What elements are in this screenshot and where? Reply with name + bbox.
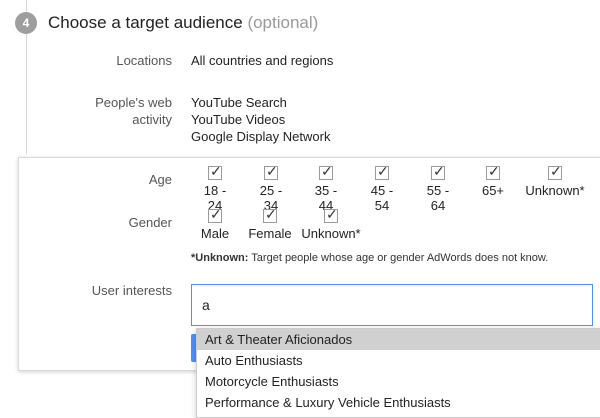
web-activity-item: Google Display Network: [191, 129, 331, 144]
step-title: Choose a target audience (optional): [48, 13, 318, 33]
check-icon: ✓: [550, 163, 562, 179]
checkbox[interactable]: ✓: [263, 206, 277, 223]
check-icon: ✓: [488, 163, 500, 179]
age-option-55-64[interactable]: ✓ 55 - 64: [418, 163, 458, 213]
unknown-note-bold: *Unknown:: [191, 252, 249, 264]
web-activity-item: YouTube Search: [191, 95, 287, 110]
web-activity-label-line2: activity: [132, 112, 172, 127]
step-connector-top: [26, 0, 27, 12]
checkbox[interactable]: ✓: [548, 163, 562, 180]
locations-value: All countries and regions: [191, 53, 334, 68]
gender-option-female[interactable]: ✓ Female: [248, 206, 292, 241]
web-activity-list: YouTube Search YouTube Videos Google Dis…: [191, 94, 330, 145]
checkbox[interactable]: ✓: [208, 206, 222, 223]
web-activity-item: YouTube Videos: [191, 112, 286, 127]
gender-option-label: Male: [200, 226, 230, 241]
age-option-label: Unknown*: [525, 183, 585, 198]
user-interests-label: User interests: [91, 283, 172, 298]
checkbox[interactable]: ✓: [208, 163, 222, 180]
user-interests-input[interactable]: [191, 284, 593, 326]
checkbox[interactable]: ✓: [324, 206, 338, 223]
step-number-badge: 4: [15, 12, 37, 34]
suggestion-item[interactable]: Performance & Luxury Vehicle Enthusiasts: [197, 392, 600, 413]
suggestion-item[interactable]: Motorcycle Enthusiasts: [197, 371, 600, 392]
check-icon: ✓: [265, 206, 277, 222]
gender-label: Gender: [128, 215, 172, 230]
check-icon: ✓: [266, 163, 278, 179]
check-icon: ✓: [377, 163, 389, 179]
age-option-45-54[interactable]: ✓ 45 - 54: [362, 163, 402, 213]
check-icon: ✓: [210, 206, 222, 222]
optional-label: (optional): [247, 13, 319, 32]
checkbox[interactable]: ✓: [431, 163, 445, 180]
check-icon: ✓: [326, 206, 338, 222]
suggestion-item[interactable]: Auto Enthusiasts: [197, 350, 600, 371]
gender-option-unknown[interactable]: ✓ Unknown*: [301, 206, 361, 241]
age-label: Age: [148, 172, 172, 187]
checkbox[interactable]: ✓: [264, 163, 278, 180]
web-activity-label-line1: People's web: [95, 95, 172, 110]
checkbox[interactable]: ✓: [486, 163, 500, 180]
checkbox[interactable]: ✓: [375, 163, 389, 180]
gender-option-male[interactable]: ✓ Male: [199, 206, 231, 241]
age-option-label: 65+: [481, 183, 505, 198]
gender-option-label: Unknown*: [301, 226, 361, 241]
check-icon: ✓: [433, 163, 445, 179]
age-option-label: 55 - 64: [426, 183, 450, 213]
step-connector: [26, 34, 27, 154]
age-option-label: 45 - 54: [370, 183, 394, 213]
check-icon: ✓: [321, 163, 333, 179]
check-icon: ✓: [210, 163, 222, 179]
step-title-text: Choose a target audience: [48, 13, 243, 32]
locations-label: Locations: [116, 53, 172, 68]
unknown-note: *Unknown: Target people whose age or gen…: [191, 252, 548, 264]
age-option-65-plus[interactable]: ✓ 65+: [478, 163, 508, 198]
checkbox[interactable]: ✓: [319, 163, 333, 180]
suggestion-item[interactable]: Art & Theater Aficionados: [197, 329, 600, 350]
interest-suggestions-dropdown: Art & Theater Aficionados Auto Enthusias…: [196, 328, 600, 418]
web-activity-label: People's web activity: [95, 94, 172, 128]
gender-option-label: Female: [248, 226, 292, 241]
unknown-note-text: Target people whose age or gender AdWord…: [248, 252, 549, 264]
age-option-unknown[interactable]: ✓ Unknown*: [524, 163, 586, 198]
